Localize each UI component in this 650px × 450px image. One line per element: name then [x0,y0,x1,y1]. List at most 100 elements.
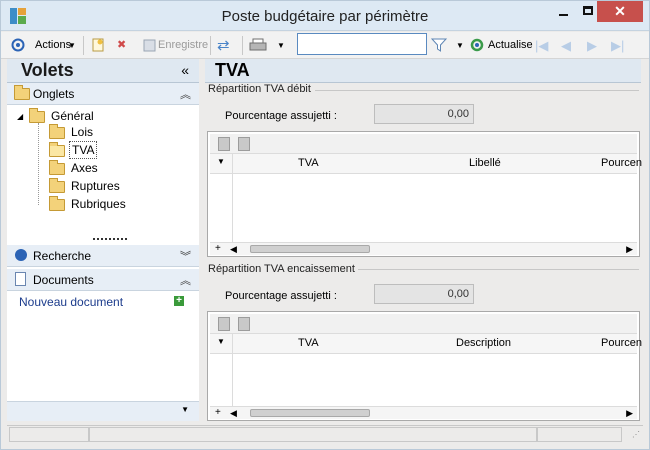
actions-menu[interactable]: Actions [35,36,71,55]
page-title: TVA [215,60,250,80]
print-dropdown-icon[interactable]: ▼ [277,36,285,55]
onglets-section-header[interactable]: Onglets ︽ [7,83,199,105]
tree-item-label: Lois [71,125,94,139]
tree-item-label: Axes [71,161,98,175]
chevron-up-icon[interactable]: ︽ [180,86,191,102]
next-record-icon[interactable]: ▶ [587,36,597,55]
debit-group-title: Répartition TVA débit [208,83,314,95]
add-row-icon[interactable]: + [215,243,221,254]
filter-dropdown-icon[interactable]: ▼ [456,36,464,55]
actions-icon[interactable] [11,36,25,55]
scroll-right-icon[interactable]: ▶ [626,408,633,419]
filter-icon[interactable] [430,36,448,55]
debit-grid: ▼ TVA Libellé Pourcen + ◀ ▶ [207,131,642,257]
grid-toolbar [210,134,637,154]
column-header-tva[interactable]: TVA [298,157,319,169]
column-header-pourcentage[interactable]: Pourcen [601,337,642,349]
groupbox-line [353,269,639,270]
grid-new-row-icon[interactable] [218,137,230,151]
nouveau-document-link[interactable]: Nouveau document [19,295,123,309]
recherche-label: Recherche [33,249,92,263]
grid-new-row-icon[interactable] [218,317,230,331]
save-button[interactable]: Enregistre [158,36,208,55]
add-row-icon[interactable]: + [215,407,221,418]
maximize-icon [583,6,593,15]
onglets-label: Onglets [33,87,75,101]
encaissement-group-title: Répartition TVA encaissement [208,263,358,275]
folder-icon [49,196,65,211]
grid-row-selector-column [232,334,233,408]
encaissement-pourcentage-field: 0,00 [374,284,474,304]
delete-icon[interactable]: ✖ [117,36,126,55]
scroll-left-icon[interactable]: ◀ [230,244,237,255]
scroll-left-icon[interactable]: ◀ [230,408,237,419]
grid-menu-dropdown-icon[interactable]: ▼ [217,157,225,166]
grid-edit-row-icon[interactable] [238,317,250,331]
collapse-pane-icon[interactable]: « [181,62,189,78]
application-window: Poste budgétaire par périmètre ✕ Actions… [0,0,650,450]
search-icon [15,249,27,261]
save-icon[interactable] [143,36,157,55]
grid-edit-row-icon[interactable] [238,137,250,151]
column-header-libelle[interactable]: Libellé [469,157,501,169]
column-header-description[interactable]: Description [456,337,511,349]
refresh-arrows-icon[interactable]: ⇄ [217,36,230,55]
last-record-icon[interactable]: ▶| [611,36,624,55]
close-button[interactable]: ✕ [597,1,643,22]
documents-label: Documents [33,273,94,287]
tree-line [38,123,39,205]
encaissement-pourcentage-label: Pourcentage assujetti : [225,290,337,302]
grid-toolbar [210,314,637,334]
previous-record-icon[interactable]: ◀ [561,36,571,55]
tva-panel: TVA Répartition TVA débit Pourcentage as… [205,59,642,421]
tree-item-label: Ruptures [71,179,120,193]
new-icon[interactable] [91,36,105,55]
chevron-up-icon[interactable]: ︽ [180,272,191,288]
print-icon[interactable] [249,36,267,55]
groupbox-line [315,90,639,91]
chevron-down-icon[interactable]: ▼ [181,405,189,414]
search-input[interactable] [297,33,427,55]
status-bar: ⋰ [7,425,643,443]
volets-pane: Volets « Onglets ︽ ◢ Général Lois TVA Ax… [7,59,199,421]
resize-grip-icon[interactable]: ⋰ [632,430,640,439]
toolbar-separator [83,36,84,55]
scrollbar-thumb[interactable] [250,409,370,417]
grid-header: ▼ TVA Description Pourcen [210,334,642,354]
scroll-right-icon[interactable]: ▶ [626,244,633,255]
tree-item-label: TVA [69,141,98,159]
folder-icon [49,160,65,175]
grid-row-selector-column [232,154,233,244]
scrollbar-thumb[interactable] [250,245,370,253]
actualise-icon[interactable] [470,36,484,55]
status-panel [89,427,537,442]
recherche-section-header[interactable]: Recherche ︾ [7,245,199,267]
grid-menu-dropdown-icon[interactable]: ▼ [217,337,225,346]
chevron-down-icon[interactable]: ︾ [180,248,191,264]
actions-dropdown-icon[interactable]: ▼ [68,36,76,55]
column-header-pourcentage[interactable]: Pourcen [601,157,642,169]
volets-title: Volets [21,60,74,80]
grid-header: ▼ TVA Libellé Pourcen [210,154,642,174]
close-icon: ✕ [614,3,626,19]
documents-section-header[interactable]: Documents ︽ [7,269,199,291]
open-folder-icon [49,142,65,157]
status-panel [9,427,89,442]
pane-footer[interactable]: ▼ [7,401,199,421]
tree-collapse-icon[interactable]: ◢ [17,112,23,121]
horizontal-scrollbar[interactable]: + ◀ ▶ [210,406,637,419]
first-record-icon[interactable]: |◀ [535,36,548,55]
debit-pourcentage-label: Pourcentage assujetti : [225,110,337,122]
document-icon [15,272,26,286]
folder-icon [49,178,65,193]
add-document-icon[interactable]: + [174,296,184,306]
column-header-tva[interactable]: TVA [298,337,319,349]
folder-icon [49,124,65,139]
horizontal-scrollbar[interactable]: + ◀ ▶ [210,242,637,255]
folder-icon [29,108,45,123]
tree-item-label: Rubriques [71,197,126,211]
actualise-button[interactable]: Actualise [488,36,533,55]
folder-icon [14,85,30,100]
title-bar[interactable]: Poste budgétaire par périmètre ✕ [1,1,649,31]
splitter-grip[interactable] [93,238,127,241]
